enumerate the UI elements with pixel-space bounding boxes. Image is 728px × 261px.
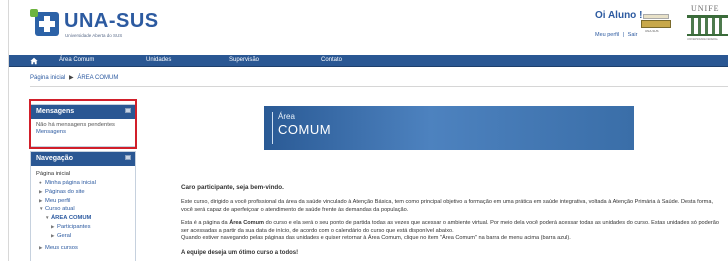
info-paragraph: Esta é a página da Área Comum do curso e… [181, 220, 721, 243]
nav-item-area-comum[interactable]: Área Comum [59, 57, 94, 63]
home-icon[interactable] [30, 57, 38, 65]
info-paragraph-prefix: Esta é a página da [181, 220, 230, 226]
header: UNA-SUS Universidade Aberta do SUS Oi Al… [9, 0, 728, 55]
nav-tree-item[interactable]: ▶ Geral [36, 232, 130, 241]
banner-title-big: COMUM [278, 122, 332, 137]
intro-paragraph: Este curso, dirigido a você profissional… [181, 199, 714, 213]
banner-title-small: Área [278, 112, 295, 121]
nav-tree-item-current-course[interactable]: ▼ ÁREA COMUM [36, 214, 130, 223]
user-greeting: Oi Aluno ! [595, 10, 643, 21]
user-links: Meu perfil | Sair [595, 32, 637, 38]
info-paragraph-bold: Área Comum [229, 220, 265, 226]
logout-link[interactable]: Sair [628, 32, 638, 38]
breadcrumb-home[interactable]: Página inicial [30, 75, 65, 81]
nav-tree-item[interactable]: ▶ Meus cursos [36, 244, 130, 253]
navigation-block-title: Navegação [36, 155, 73, 162]
nav-tree-item[interactable]: ● Minha página inicial [36, 179, 130, 188]
navigation-block-header: Navegação [31, 152, 135, 166]
una-sus-logo-mark-icon [30, 9, 38, 17]
nav-tree-item[interactable]: ▼ Curso atual [36, 205, 130, 214]
logo-subtitle: Universidade Aberta do SUS [65, 33, 123, 38]
nav-tree-item[interactable]: ▶ Participantes [36, 223, 130, 232]
breadcrumb: Página inicial ▶ ÁREA COMUM [30, 74, 118, 81]
info-paragraph-last: Quando estiver navegando pelas páginas d… [181, 235, 571, 242]
divider [30, 86, 728, 87]
university-logo-subtitle: UNIVERSIDADE FEDERAL [687, 38, 718, 41]
nav-tree-item[interactable]: ▶ Páginas do site [36, 188, 130, 197]
nav-item-unidades[interactable]: Unidades [146, 57, 171, 63]
nav-item-supervisao[interactable]: Supervisão [229, 57, 259, 63]
course-banner: Área COMUM [264, 106, 634, 150]
banner-title: Área COMUM [272, 112, 331, 144]
profile-link[interactable]: Meu perfil [595, 32, 619, 38]
user-links-separator: | [622, 32, 625, 38]
nav-tree-item[interactable]: ▶ Meu perfil [36, 197, 130, 206]
page-frame: UNA-SUS Universidade Aberta do SUS Oi Al… [8, 0, 728, 261]
collapse-toggle-icon[interactable] [125, 155, 131, 160]
navigation-block: Navegação Página inicial ● Minha página i… [30, 151, 136, 261]
nav-tree-root[interactable]: Página inicial [36, 170, 130, 179]
logo-text[interactable]: UNA-SUS [64, 10, 159, 33]
main-navbar: Área Comum Unidades Supervisão Contato [9, 55, 728, 67]
highlight-annotation-box [29, 99, 137, 149]
university-logo: UNIFE UNIVERSIDADE FEDERAL [685, 4, 728, 44]
welcome-heading: Caro participante, seja bem-vindo. [181, 184, 284, 191]
navigation-block-body: Página inicial ● Minha página inicial ▶ Pá… [31, 166, 135, 255]
una-sus-logo-icon[interactable] [35, 12, 59, 36]
university-logo-text: UNIFE [691, 4, 720, 13]
breadcrumb-current[interactable]: ÁREA COMUM [77, 75, 118, 81]
nav-item-contato[interactable]: Contato [321, 57, 342, 63]
breadcrumb-separator: ▶ [69, 75, 74, 81]
nav-tree: ● Minha página inicial ▶ Páginas do site ▶… [36, 179, 130, 252]
closing-line: A equipe deseja um ótimo curso a todos! [181, 250, 299, 256]
partner-logo: UNA-SUS [641, 14, 673, 34]
partner-logo-label: UNA-SUS [645, 29, 659, 33]
